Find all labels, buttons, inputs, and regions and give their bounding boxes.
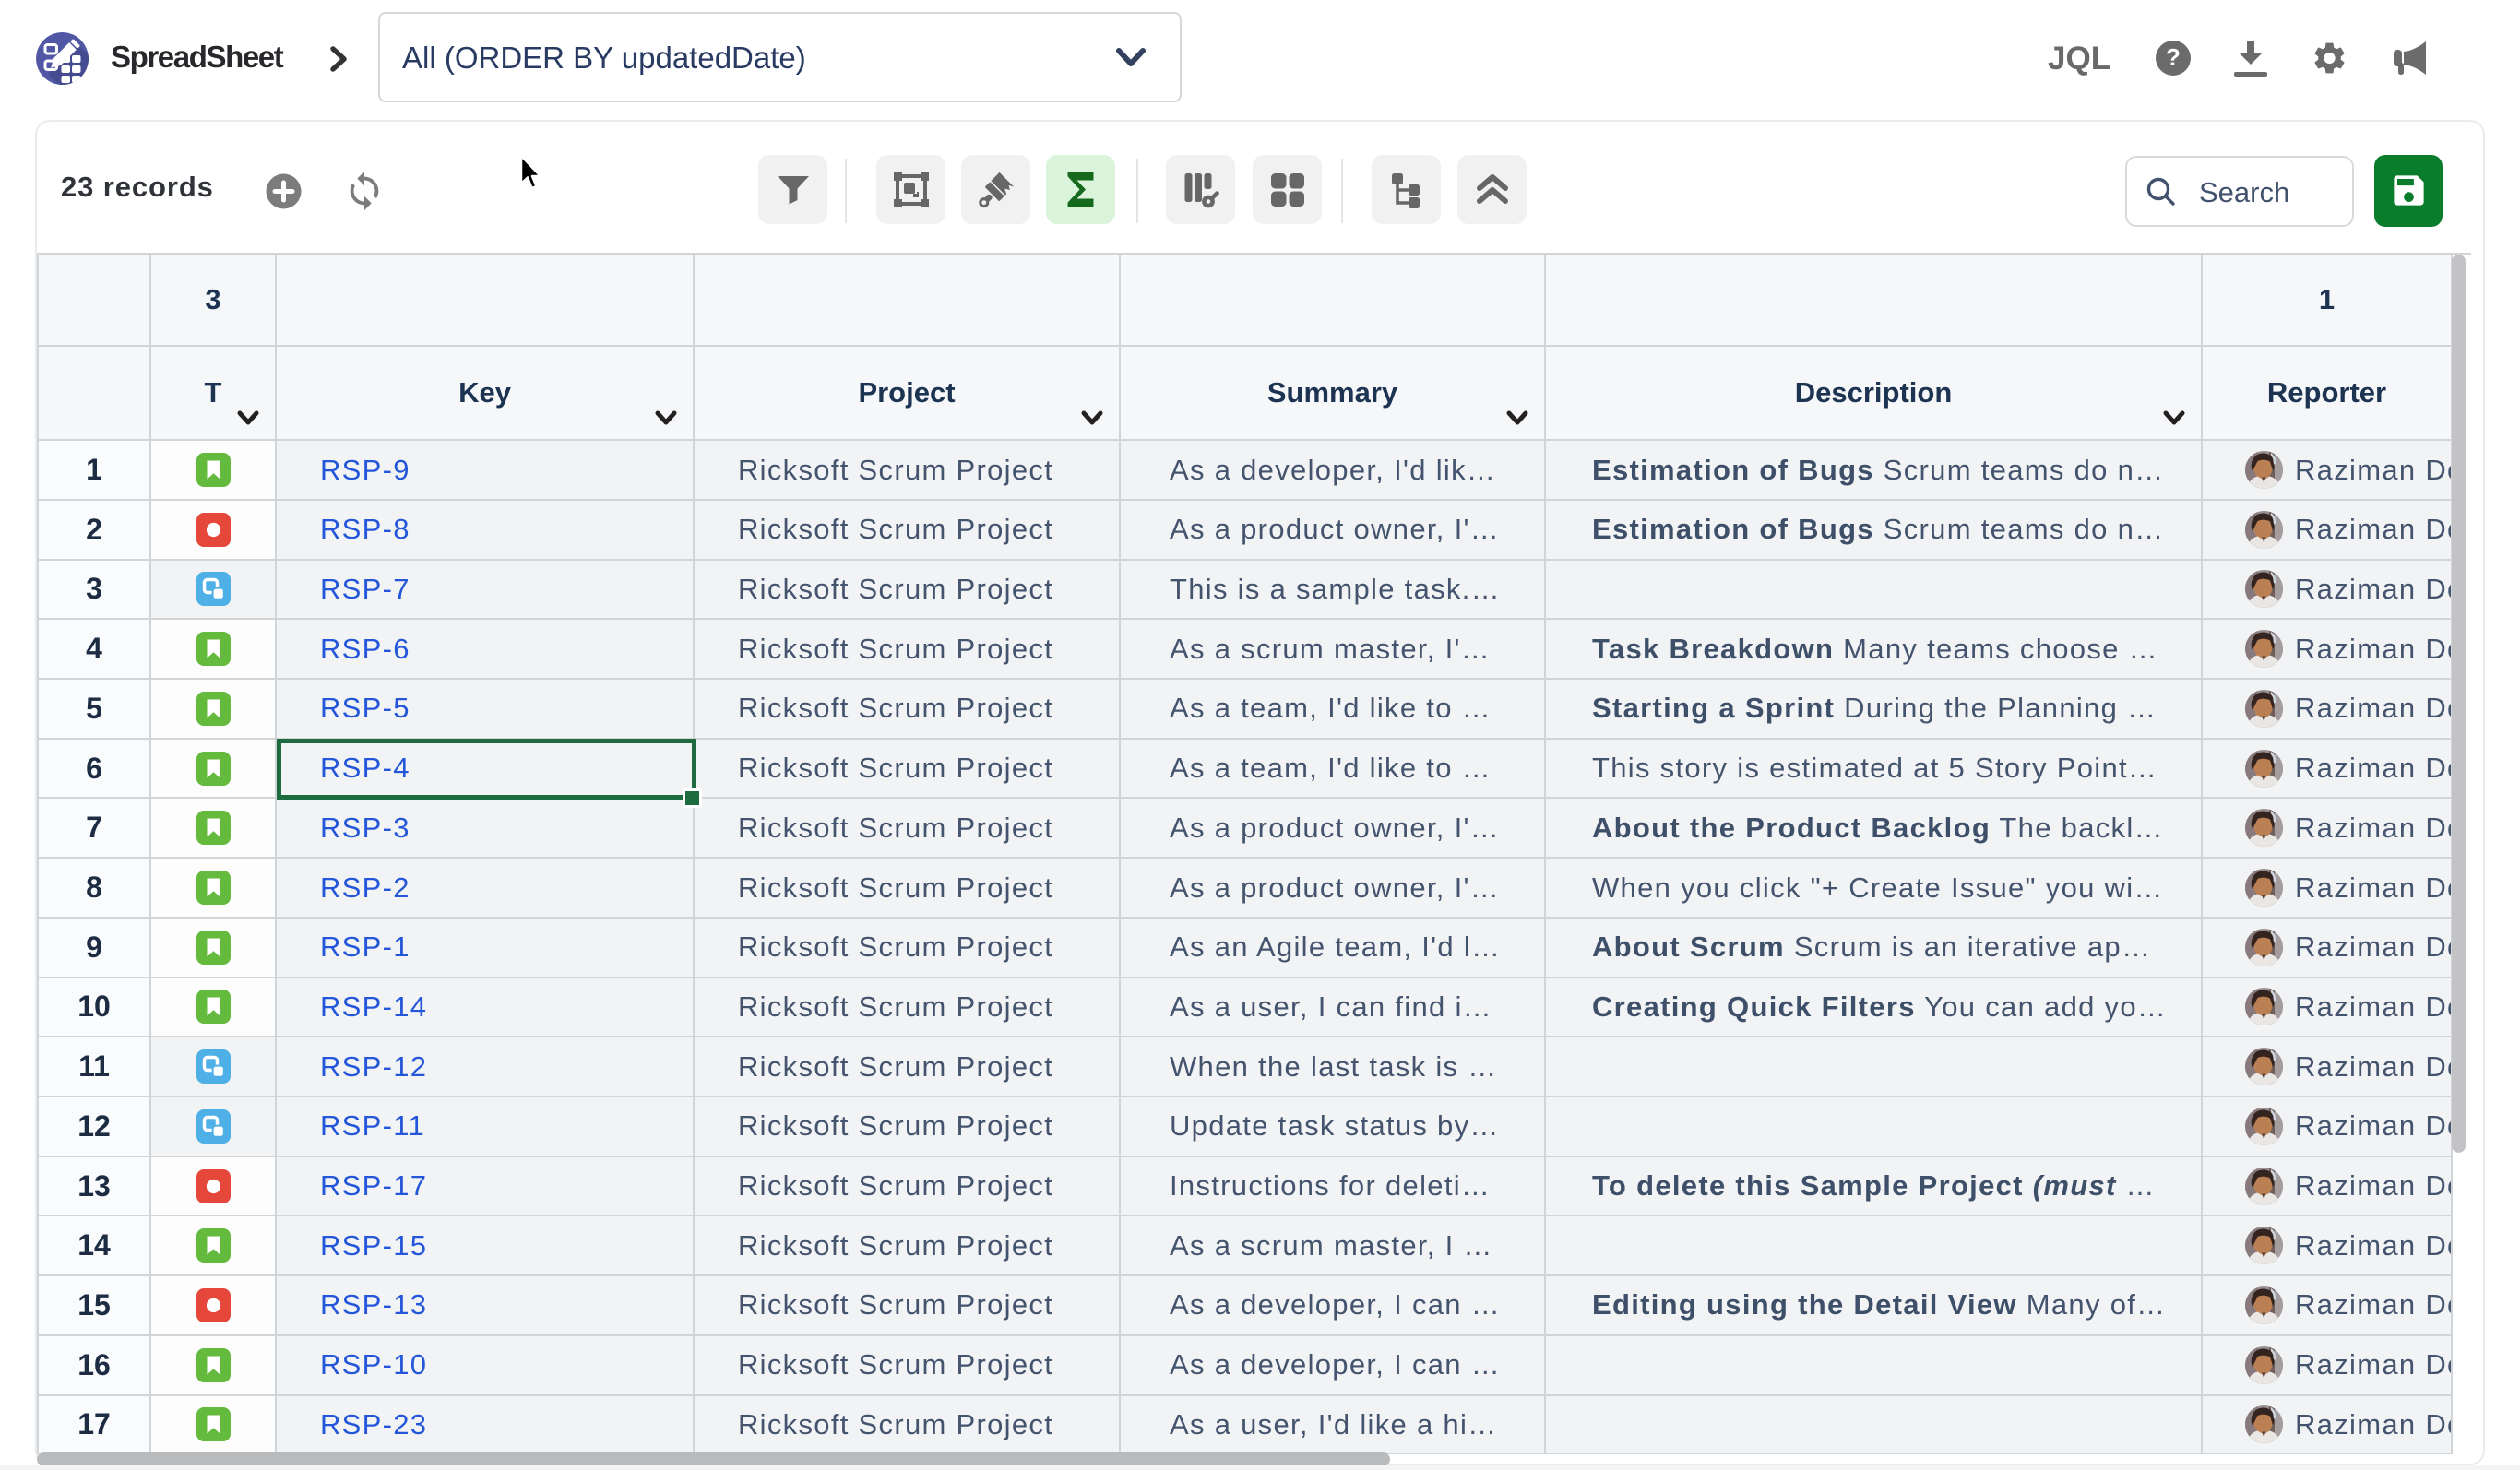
svg-text:?: ?	[2166, 43, 2181, 71]
